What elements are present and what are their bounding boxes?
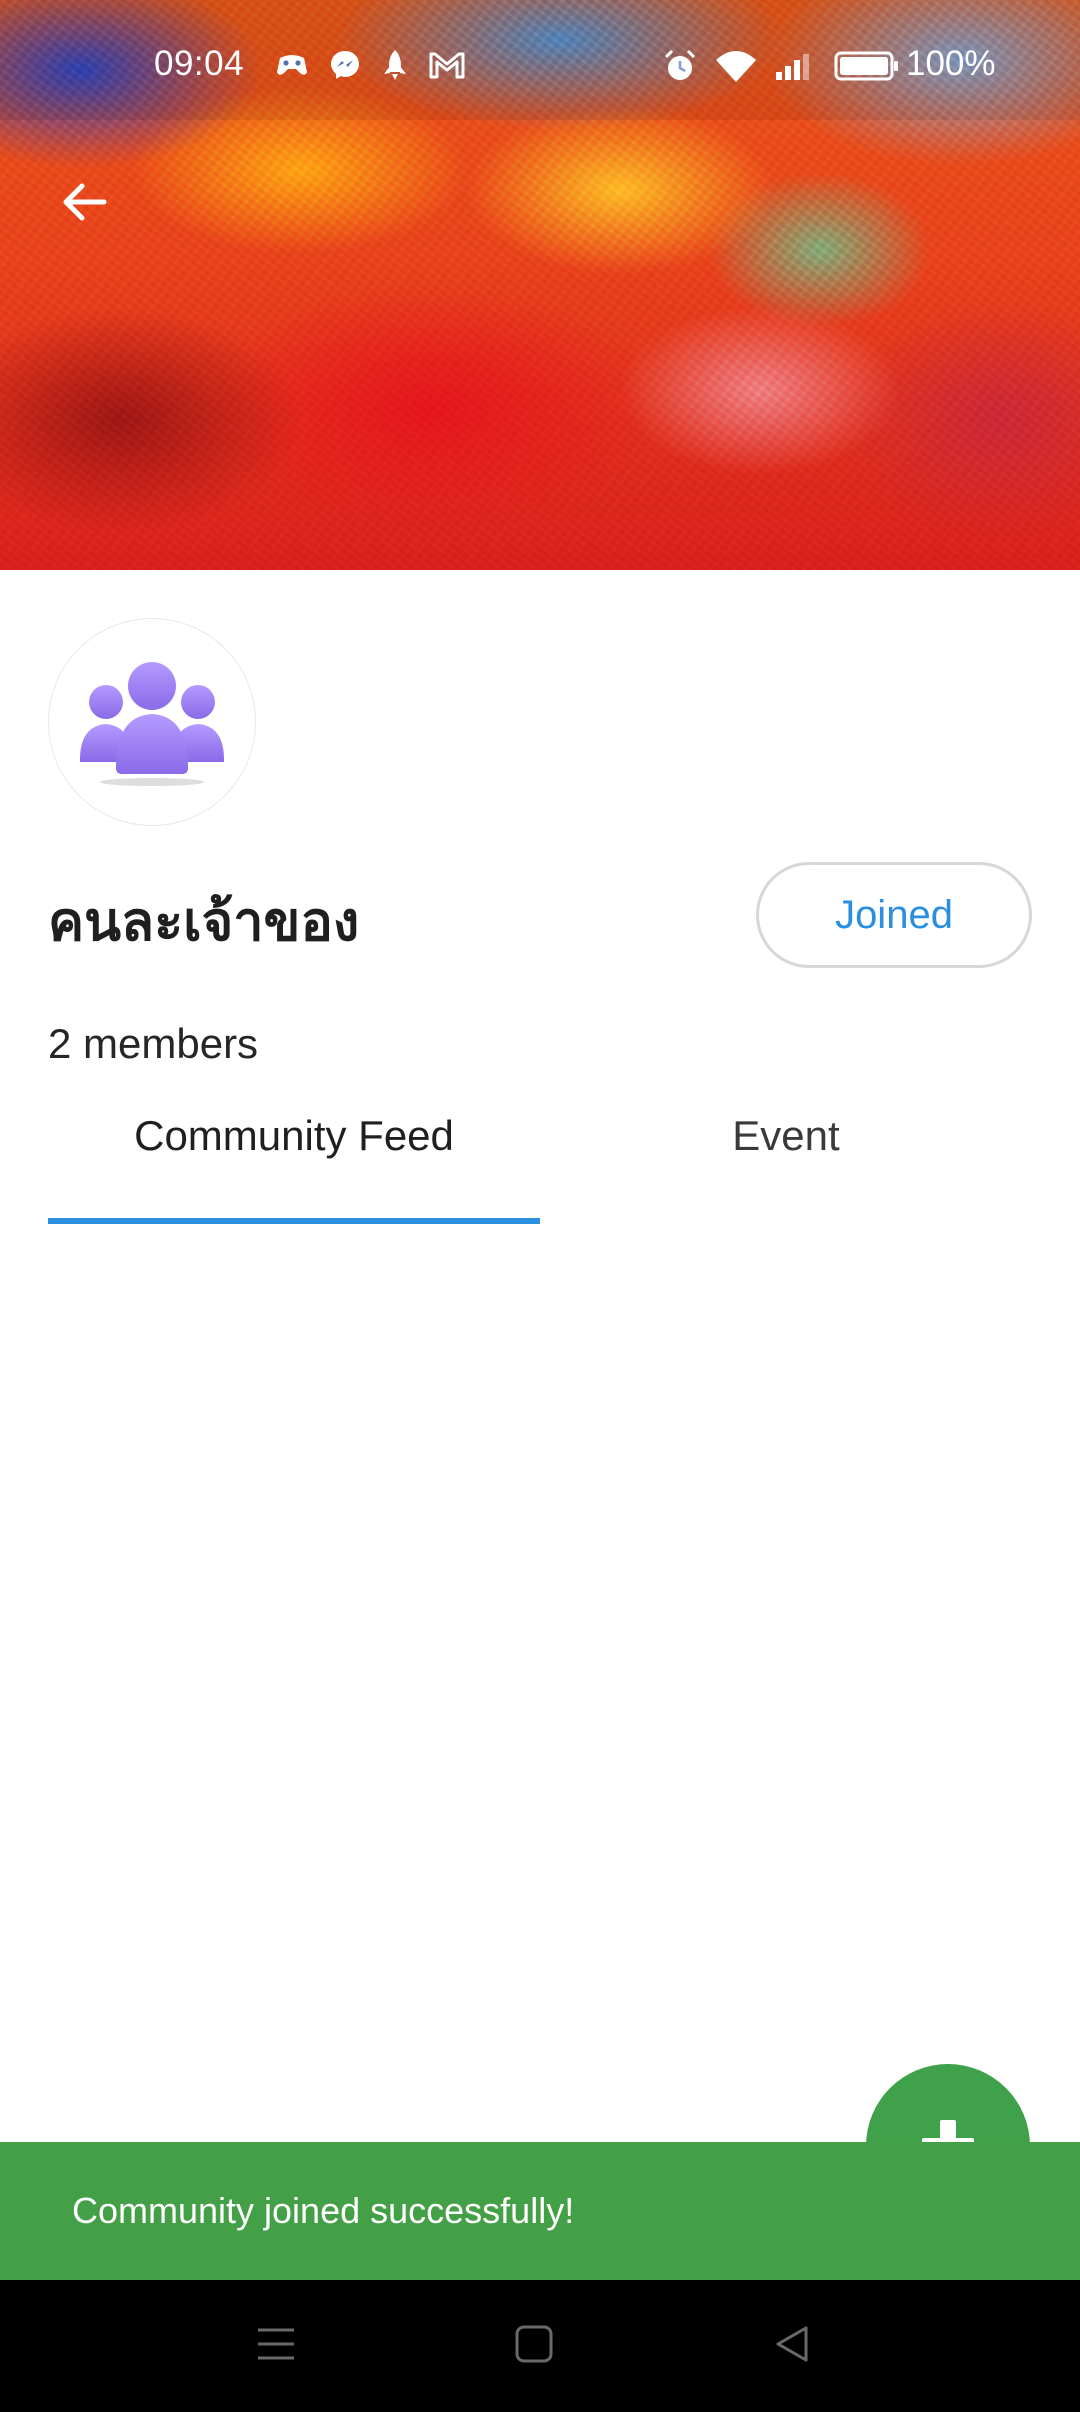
snackbar-message: Community joined successfully! (72, 2190, 575, 2231)
tab-community-feed[interactable]: Community Feed (48, 1112, 540, 1224)
gmail-icon (428, 50, 466, 84)
rocket-icon (380, 48, 410, 86)
back-button[interactable] (44, 164, 124, 244)
home-button[interactable] (498, 2310, 570, 2382)
navigation-bar (0, 2280, 1080, 2412)
community-screen: 09:04 100% คนละเจ้าของ Joined 2 members … (0, 0, 1080, 2412)
battery-percentage: 100% (906, 44, 996, 83)
status-time: 09:04 (154, 44, 245, 83)
community-name: คนละเจ้าของ (48, 890, 360, 953)
community-tabs: Community Feed Event (48, 1112, 1032, 1224)
menu-icon (256, 2326, 296, 2366)
tab-event[interactable]: Event (540, 1112, 1032, 1224)
notification-icons (274, 48, 466, 86)
home-icon (514, 2324, 554, 2368)
messenger-icon (328, 48, 362, 86)
arrow-left-icon (58, 176, 110, 232)
back-icon (772, 2324, 812, 2368)
active-tab-indicator (48, 1218, 540, 1224)
battery-icon (834, 50, 900, 86)
member-count: 2 members (48, 1020, 259, 1067)
wifi-icon (714, 48, 758, 88)
status-bar: 09:04 100% (0, 0, 1080, 120)
snackbar: Community joined successfully! (0, 2142, 1080, 2280)
group-icon (72, 650, 232, 794)
alarm-icon (662, 48, 698, 88)
system-icons (662, 48, 900, 88)
feed-content (0, 1230, 1080, 2060)
joined-button[interactable]: Joined (756, 862, 1032, 968)
tab-label: Community Feed (134, 1112, 454, 1159)
game-controller-icon (274, 50, 310, 84)
signal-icon (774, 50, 810, 86)
nav-back-button[interactable] (756, 2310, 828, 2382)
community-avatar (48, 618, 256, 826)
recent-apps-button[interactable] (240, 2310, 312, 2382)
tab-label: Event (732, 1112, 840, 1159)
